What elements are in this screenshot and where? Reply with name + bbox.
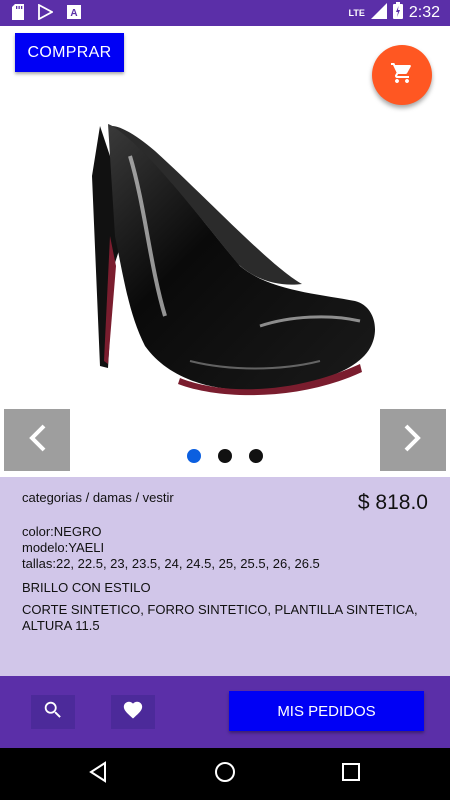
next-image-button[interactable] xyxy=(380,409,446,471)
favorites-button[interactable] xyxy=(111,695,155,729)
page-dot-2[interactable] xyxy=(218,449,232,463)
product-image xyxy=(70,116,390,411)
sizes-spec: tallas:22, 22.5, 23, 23.5, 24, 24.5, 25,… xyxy=(22,556,320,571)
model-spec: modelo:YAELI xyxy=(22,540,105,555)
recents-square-icon xyxy=(341,762,361,787)
svg-text:A: A xyxy=(70,8,77,19)
breadcrumb: categorias / damas / vestir xyxy=(22,490,174,505)
product-specs: color:NEGRO modelo:YAELI tallas:22, 22.5… xyxy=(22,524,320,572)
product-info: categorias / damas / vestir $ 818.0 colo… xyxy=(0,477,450,676)
signal-icon xyxy=(370,2,387,24)
status-bar: A LTE 2:32 xyxy=(0,0,450,26)
battery-icon xyxy=(392,2,403,24)
buy-button[interactable]: COMPRAR xyxy=(15,33,124,72)
home-circle-icon xyxy=(214,761,236,788)
chevron-left-icon xyxy=(26,423,48,458)
text-icon: A xyxy=(67,5,81,24)
sd-card-icon xyxy=(12,4,24,25)
previous-image-button[interactable] xyxy=(4,409,70,471)
back-button[interactable] xyxy=(84,760,112,788)
high-heel-shoe-icon xyxy=(92,124,375,396)
clock: 2:32 xyxy=(408,4,440,21)
product-gallery: COMPRAR xyxy=(0,26,450,477)
system-navigation-bar xyxy=(0,748,450,800)
heart-icon xyxy=(121,699,145,726)
tagline: BRILLO CON ESTILO xyxy=(22,580,151,595)
page-indicator xyxy=(187,449,263,463)
recents-button[interactable] xyxy=(337,760,365,788)
chevron-right-icon xyxy=(402,423,424,458)
bottom-bar: MIS PEDIDOS xyxy=(0,676,450,748)
shopping-cart-icon xyxy=(390,61,414,90)
page-dot-1[interactable] xyxy=(187,449,201,463)
my-orders-button[interactable]: MIS PEDIDOS xyxy=(229,691,424,731)
network-type: LTE xyxy=(348,8,365,18)
home-button[interactable] xyxy=(211,760,239,788)
search-button[interactable] xyxy=(31,695,75,729)
back-triangle-icon xyxy=(87,760,109,788)
description: CORTE SINTETICO, FORRO SINTETICO, PLANTI… xyxy=(22,602,418,633)
price: $ 818.0 xyxy=(357,491,428,514)
color-spec: color:NEGRO xyxy=(22,524,102,539)
cart-button[interactable] xyxy=(372,45,432,105)
page-dot-3[interactable] xyxy=(249,449,263,463)
search-icon xyxy=(42,699,64,726)
play-store-icon xyxy=(38,3,54,25)
